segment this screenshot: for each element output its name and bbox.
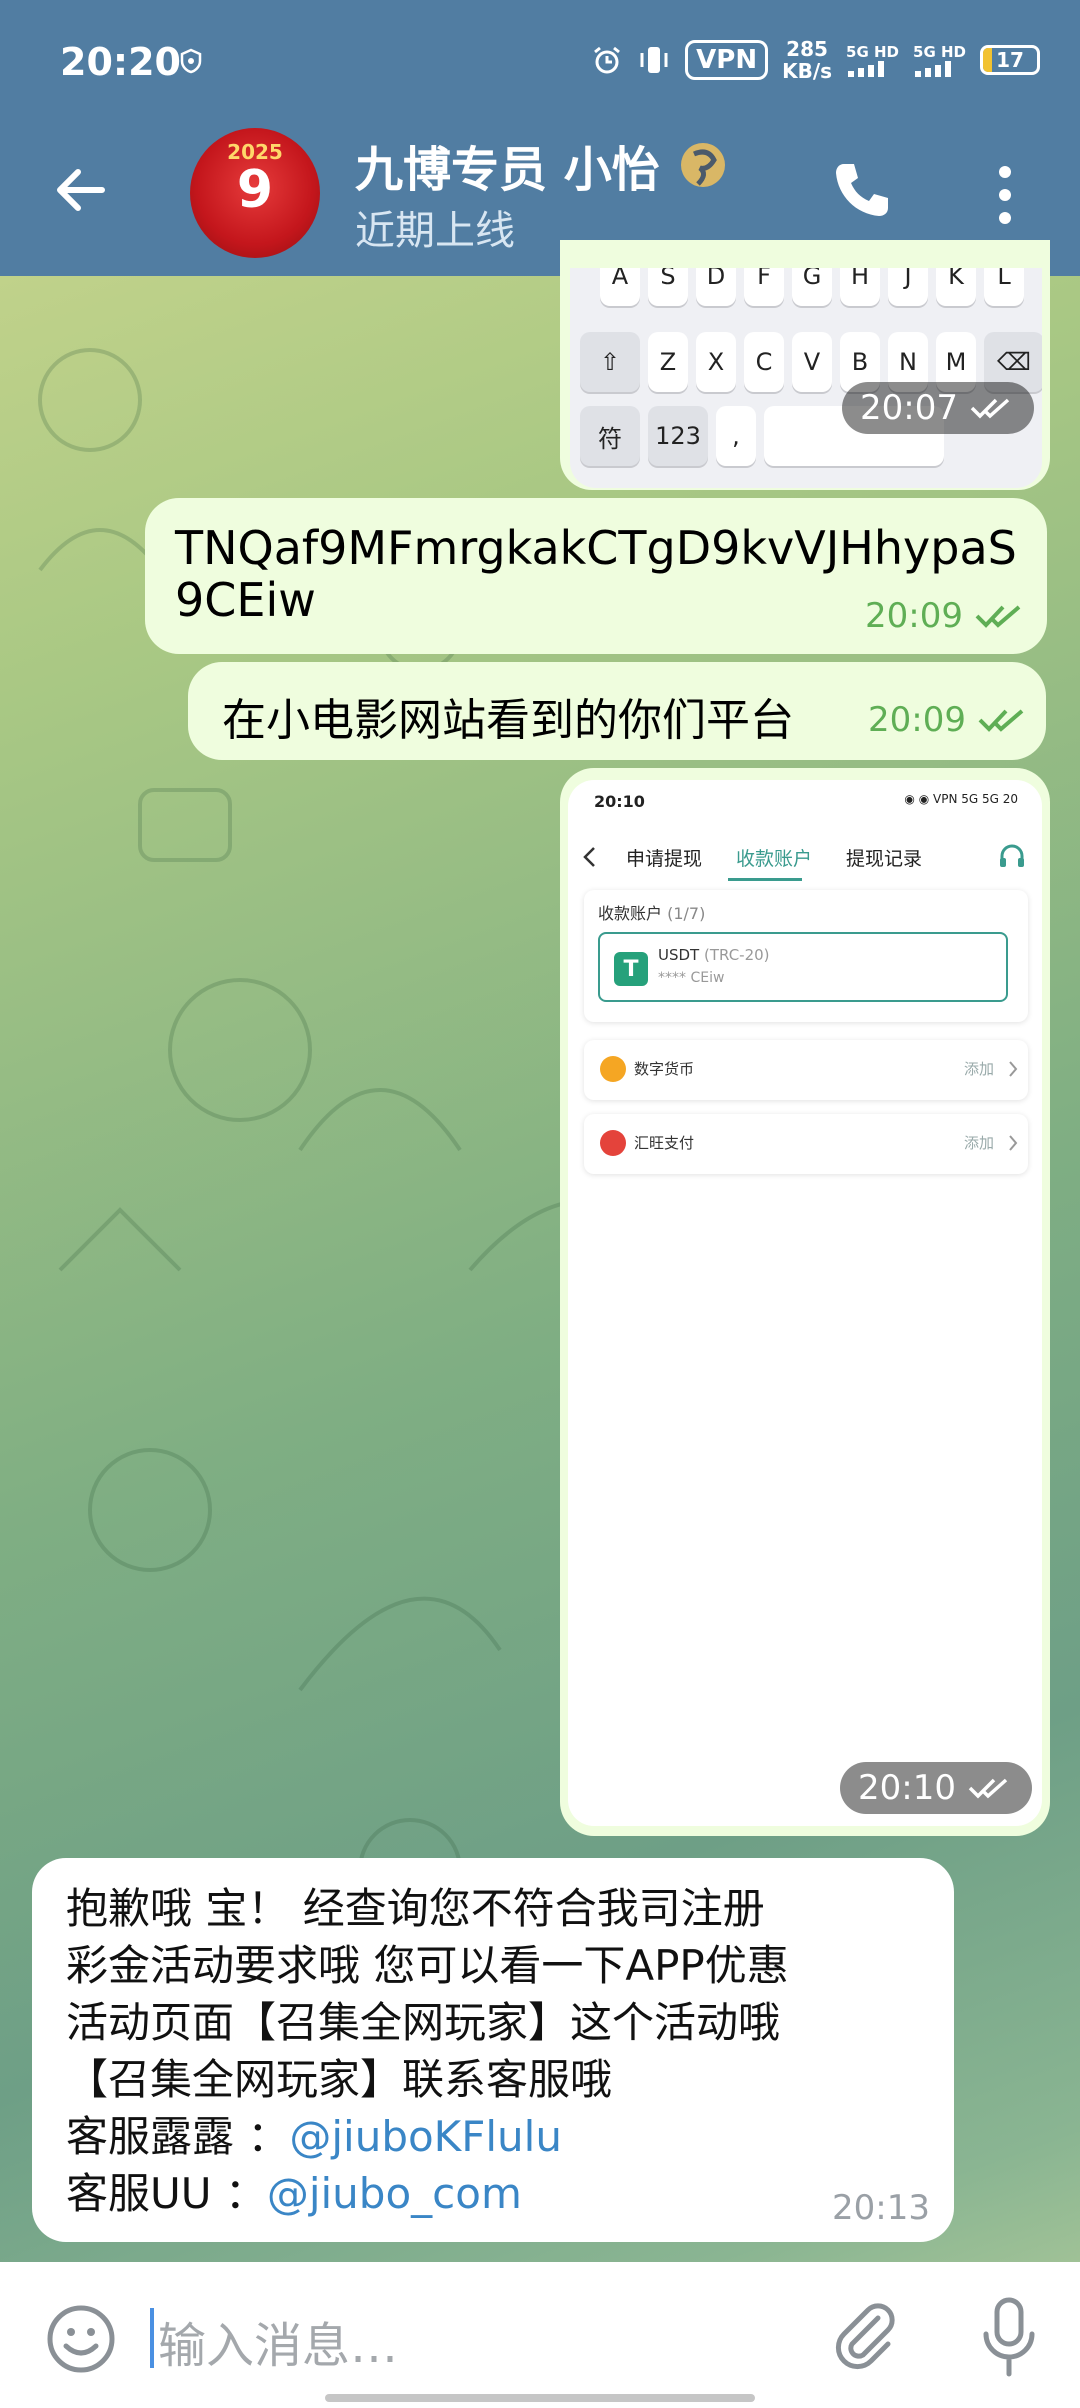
chevron-right-icon bbox=[1009, 1135, 1018, 1151]
keyboard-key: H bbox=[840, 268, 880, 306]
message-time: 20:13 bbox=[832, 2188, 930, 2228]
keyboard-key: S bbox=[648, 268, 688, 306]
chevron-left-icon bbox=[583, 847, 595, 867]
more-menu-icon[interactable] bbox=[990, 160, 1020, 230]
signal-sim1: 5G HD bbox=[846, 43, 899, 77]
keyboard-key: C bbox=[744, 332, 784, 392]
contact-name[interactable]: 九博专员 小怡 bbox=[355, 130, 728, 200]
account-card: 收款账户 (1/7) T USDT (TRC-20) **** CEiw bbox=[584, 890, 1028, 1022]
phone-call-icon[interactable] bbox=[830, 158, 894, 222]
keyboard-key: J bbox=[888, 268, 928, 306]
signal-bars-icon bbox=[848, 61, 885, 77]
double-check-icon bbox=[970, 398, 1010, 419]
app-header: 20:20 VPN 285 KB/s 5G HD 5G HD 17 2025 9… bbox=[0, 0, 1080, 276]
outgoing-message[interactable]: 在小电影网站看到的你们平台 20:09 bbox=[188, 662, 1046, 760]
keyboard-key: K bbox=[936, 268, 976, 306]
emoji-status-icon bbox=[680, 143, 725, 187]
usdt-account: T USDT (TRC-20) **** CEiw bbox=[598, 932, 1008, 1002]
alarm-icon bbox=[594, 46, 621, 74]
keyboard-key: F bbox=[744, 268, 784, 306]
message-time: 20:09 bbox=[865, 596, 1027, 636]
incoming-message[interactable]: 抱歉哦 宝！ 经查询您不符合我司注册 彩金活动要求哦 您可以看一下APP优惠 活… bbox=[32, 1858, 954, 2242]
vibrate-icon bbox=[640, 47, 668, 73]
keyboard-key: Z bbox=[648, 332, 688, 392]
keyboard-key: D bbox=[696, 268, 736, 306]
tether-icon: T bbox=[614, 952, 648, 986]
emoji-icon[interactable] bbox=[44, 2302, 118, 2376]
withdraw-screenshot[interactable]: 20:10 ◉ ◉ VPN 5G 5G 20 申请提现 收款账户 提现记录 收款… bbox=[568, 780, 1042, 1826]
add-huiwang-row: 汇旺支付 添加 bbox=[584, 1114, 1028, 1174]
message-text: 抱歉哦 宝！ 经查询您不符合我司注册 彩金活动要求哦 您可以看一下APP优惠 活… bbox=[66, 1884, 789, 2218]
message-text: 在小电影网站看到的你们平台 bbox=[222, 695, 794, 746]
contact-avatar[interactable]: 2025 9 bbox=[190, 128, 320, 258]
headset-icon bbox=[1000, 844, 1024, 867]
key-comma: , bbox=[716, 406, 756, 466]
keyboard-key: A bbox=[600, 268, 640, 306]
signal-sim2: 5G HD bbox=[913, 43, 966, 77]
shift-icon bbox=[588, 340, 638, 384]
add-crypto-row: 数字货币 添加 bbox=[584, 1040, 1028, 1100]
home-indicator bbox=[325, 2394, 755, 2402]
key-123: 123 bbox=[648, 406, 708, 466]
coin-icon bbox=[600, 1056, 626, 1082]
microphone-icon[interactable] bbox=[980, 2296, 1038, 2380]
outgoing-message[interactable]: TNQaf9MFmrgkakCTgD9kvVJHhypaS 9CEiw 20:0… bbox=[145, 498, 1047, 654]
message-time: 20:10 bbox=[840, 1762, 1032, 1814]
text-cursor bbox=[150, 2308, 154, 2368]
keyboard-key: V bbox=[792, 332, 832, 392]
presence-status: 近期上线 bbox=[355, 208, 515, 254]
vpn-badge: VPN bbox=[685, 40, 769, 80]
double-check-icon bbox=[978, 709, 1024, 732]
huiwang-icon bbox=[600, 1130, 626, 1156]
message-time: 20:07 bbox=[842, 382, 1034, 434]
shield-icon bbox=[180, 48, 202, 74]
double-check-icon bbox=[975, 605, 1021, 628]
message-input[interactable]: 输入消息… bbox=[158, 2306, 398, 2376]
message-time: 20:09 bbox=[868, 700, 1030, 740]
chevron-right-icon bbox=[1009, 1061, 1018, 1077]
attach-icon[interactable] bbox=[830, 2300, 900, 2374]
signal-bars-icon bbox=[915, 61, 952, 77]
double-check-icon bbox=[968, 1778, 1008, 1799]
battery-indicator: 17 bbox=[980, 45, 1040, 75]
username-link-uu[interactable]: @jiubo_com bbox=[267, 2169, 522, 2218]
status-time: 20:20 bbox=[60, 40, 181, 84]
username-link-lulu[interactable]: @jiuboKFlulu bbox=[289, 2112, 562, 2161]
keyboard-key: L bbox=[984, 268, 1024, 306]
key-symbol: 符 bbox=[580, 406, 640, 466]
keyboard-key: G bbox=[792, 268, 832, 306]
keyboard-key: X bbox=[696, 332, 736, 392]
status-icons: VPN 285 KB/s 5G HD 5G HD 17 bbox=[591, 38, 1040, 82]
back-arrow-icon[interactable] bbox=[50, 160, 110, 220]
keyboard-screenshot[interactable]: ASDFGHJKL ⇧ Z X C V B N M ⌫ 符 123 , 20:07 bbox=[570, 268, 1042, 488]
screenshot-tabs: 申请提现 收款账户 提现记录 bbox=[568, 832, 1042, 882]
network-speed: 285 KB/s bbox=[782, 37, 833, 83]
